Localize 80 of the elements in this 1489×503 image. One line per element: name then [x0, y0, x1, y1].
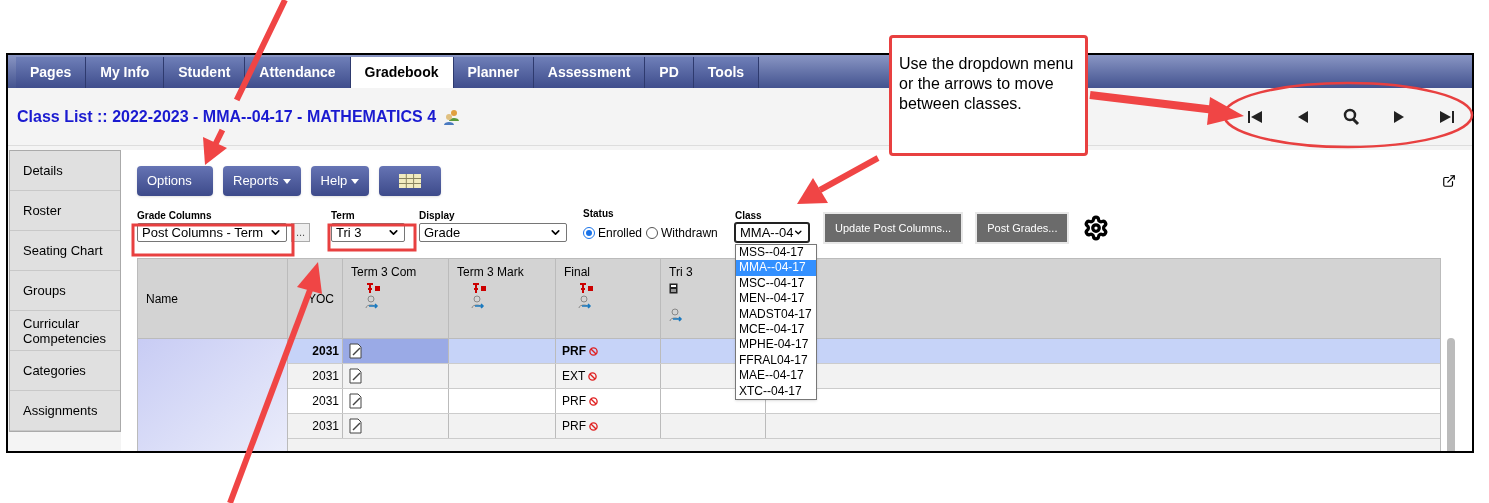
field-label: Display	[419, 209, 456, 223]
sidebar-item[interactable]: Curricular Competencies	[10, 311, 120, 351]
sidebar-item[interactable]: Roster	[10, 191, 120, 231]
table-cell-text: PRF	[562, 393, 586, 410]
nav-tab[interactable]: Assessment	[533, 57, 646, 88]
table-cell-text: 2031	[312, 393, 339, 410]
sidebar-item[interactable]: Categories	[10, 351, 120, 391]
action-button[interactable]: Update Post Columns...	[825, 214, 962, 242]
table-cell-text: PRF	[562, 418, 586, 435]
scrollbar[interactable]	[1447, 338, 1455, 451]
select-field[interactable]: Grade	[419, 223, 567, 242]
field-label: Grade Columns	[137, 209, 213, 223]
table-cell-text: 2031	[312, 418, 339, 435]
column-header[interactable]: YOC	[308, 289, 334, 308]
person-arrow-icon	[669, 308, 683, 322]
table-cell-text: 2031	[312, 368, 339, 385]
pushpin-icon	[471, 283, 487, 293]
prohibited-icon	[589, 346, 598, 356]
dropdown-option[interactable]: MSS--04-17	[736, 245, 816, 261]
radio-label: Enrolled	[598, 225, 643, 242]
page-title: Class List :: 2022-2023 - MMA--04-17 - MATHEMATICS 4	[17, 106, 437, 127]
table-row[interactable]: 2031 PRF	[288, 414, 1440, 439]
nav-tab[interactable]: Student	[164, 57, 246, 88]
search-icon[interactable]	[1342, 107, 1360, 126]
radio-button[interactable]	[646, 227, 659, 239]
dropdown-option[interactable]: MADST04-17	[736, 306, 816, 322]
menu-button[interactable]: Help	[310, 166, 370, 196]
nav-tab[interactable]: Pages	[16, 57, 87, 88]
person-arrow-icon	[365, 295, 379, 309]
prohibited-icon	[589, 421, 598, 431]
nav-tab[interactable]: Planner	[453, 57, 534, 88]
field-label: Term	[331, 209, 356, 223]
column-header[interactable]: Final	[564, 263, 652, 281]
sidebar-item[interactable]: Assignments	[10, 391, 120, 431]
nav-tab[interactable]: Tools	[693, 57, 760, 88]
menu-button[interactable]: Reports	[223, 166, 301, 196]
settings-icon[interactable]	[1083, 215, 1110, 241]
table-cell-text: EXT	[562, 368, 586, 385]
action-button[interactable]: Post Grades...	[977, 214, 1068, 242]
dropdown-option[interactable]: MEN--04-17	[736, 291, 816, 307]
person-arrow-icon	[578, 295, 592, 309]
people-icon	[444, 108, 461, 125]
field-label: Class	[735, 209, 763, 223]
popout-icon[interactable]	[1442, 174, 1456, 188]
edit-icon[interactable]	[349, 368, 362, 384]
dropdown-option[interactable]: MSC--04-17	[736, 275, 816, 292]
caret-icon	[282, 178, 291, 184]
field-label: Status	[583, 207, 615, 221]
caret-icon	[351, 178, 360, 184]
edit-icon[interactable]	[349, 393, 362, 409]
class-select[interactable]: MMA--04	[735, 223, 809, 242]
pushpin-icon	[578, 283, 594, 293]
column-header[interactable]: Term 3 Com	[351, 263, 440, 281]
prohibited-icon	[589, 396, 598, 406]
sidebar-item[interactable]: Groups	[10, 271, 120, 311]
grid-button[interactable]	[379, 166, 442, 196]
pushpin-icon	[365, 283, 381, 293]
prohibited-icon	[588, 371, 598, 381]
sidebar-item[interactable]: Seating Chart	[10, 231, 120, 271]
radio-button[interactable]	[583, 227, 595, 239]
person-arrow-icon	[471, 295, 485, 309]
column-header[interactable]: Term 3 Mark	[457, 263, 547, 281]
nav-tab[interactable]: Attendance	[245, 57, 351, 88]
calculator-icon	[669, 283, 678, 294]
dropdown-option[interactable]: MAE--04-17	[736, 368, 816, 384]
edit-icon[interactable]	[349, 343, 362, 359]
table-icon	[399, 174, 422, 188]
nav-tab[interactable]: Gradebook	[350, 57, 454, 88]
dropdown-option[interactable]: MPHE-04-17	[736, 337, 816, 353]
edit-icon[interactable]	[349, 418, 362, 434]
nav-tab[interactable]: My Info	[86, 57, 165, 88]
column-header[interactable]: Name	[146, 289, 279, 308]
nav-tab[interactable]: PD	[645, 57, 694, 88]
dropdown-option[interactable]: MCE--04-17	[736, 321, 816, 338]
callout-box: Use the dropdown menu or the arrows to move between classes.	[889, 35, 1088, 156]
table-cell-text: 2031	[312, 343, 339, 360]
radio-label: Withdrawn	[661, 225, 718, 242]
options-button[interactable]: Options	[137, 166, 213, 196]
table-cell-text: PRF	[562, 343, 586, 360]
sidebar-item[interactable]: Details	[10, 151, 120, 191]
